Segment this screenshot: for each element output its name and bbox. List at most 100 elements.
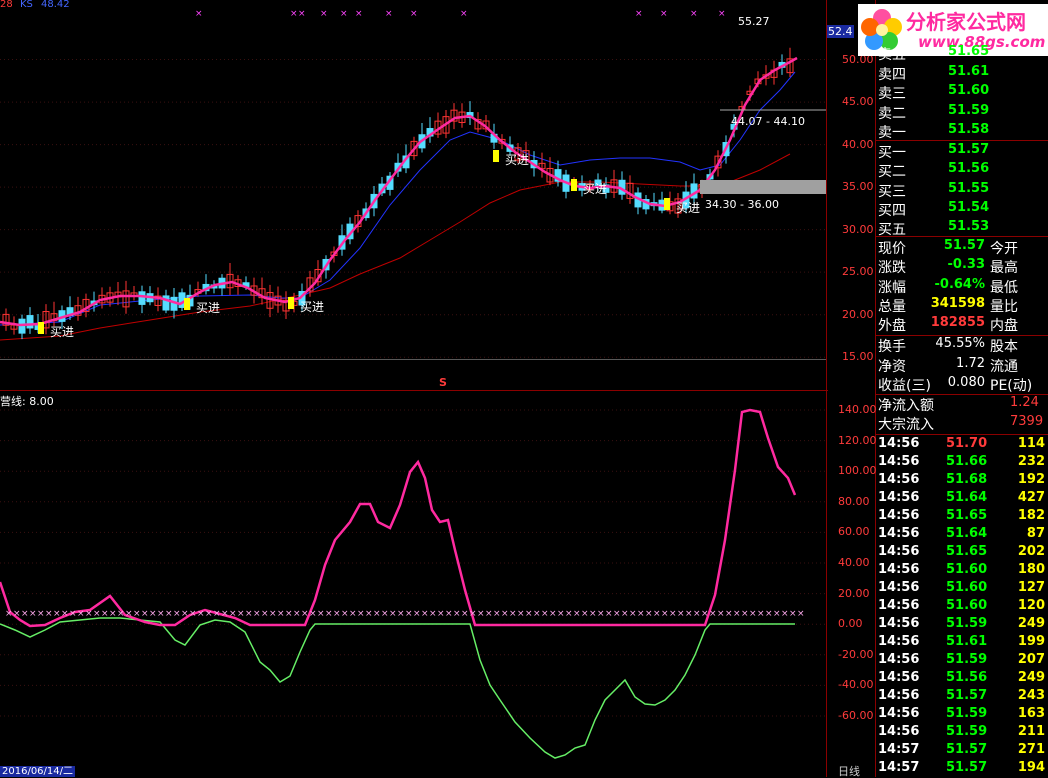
baseline-marker: × [365, 609, 373, 619]
baseline-marker: × [797, 609, 805, 619]
baseline-marker: × [485, 609, 493, 619]
flow-label: 大宗流入 [878, 417, 934, 433]
ask-label: 卖三 [878, 86, 906, 102]
indicator-chart[interactable]: × × × × × × × × × × × × × × × × × × × × × × × × × × × × × × × × × × × × × × × ×… [0, 0, 828, 777]
stock-terminal: × × × × × × × × × × × × × 买进 买进 买进 买进 买进 买进 55.27 44.07 - 44… [0, 0, 1048, 777]
trade-time: 14:56 [878, 562, 920, 577]
trade-volume: 243 [1017, 688, 1045, 703]
baseline-marker: × [525, 609, 533, 619]
baseline-marker: × [357, 609, 365, 619]
baseline-marker: × [749, 609, 757, 619]
baseline-marker: × [69, 609, 77, 619]
trade-time: 14:56 [878, 670, 920, 685]
baseline-marker: × [437, 609, 445, 619]
ask-price: 51.60 [948, 83, 990, 98]
trade-price: 51.60 [946, 562, 988, 577]
baseline-marker: × [197, 609, 205, 619]
indicator-tick-label: 40.00 [838, 556, 870, 569]
baseline-marker: × [381, 609, 389, 619]
baseline-marker: × [493, 609, 501, 619]
price-tick-label: 45.00 [842, 95, 874, 109]
indicator-tick-label: 140.00 [838, 403, 877, 416]
baseline-marker: × [53, 609, 61, 619]
baseline-marker: × [477, 609, 485, 619]
baseline-marker: × [325, 609, 333, 619]
flow-value: 1.24 [1010, 395, 1039, 410]
stat-value: 341598 [930, 295, 985, 311]
baseline-marker: × [21, 609, 29, 619]
trade-time: 14:56 [878, 508, 920, 523]
trade-time: 14:56 [878, 436, 920, 451]
indicator-tick-label: -40.00 [838, 678, 874, 692]
trade-price: 51.59 [946, 652, 988, 667]
trade-price: 51.68 [946, 472, 988, 487]
right-panel-divider [875, 0, 876, 777]
period-label[interactable]: 日线 [838, 766, 860, 777]
trade-price: 51.60 [946, 598, 988, 613]
trade-volume: 207 [1017, 652, 1045, 667]
baseline-marker: × [349, 609, 357, 619]
section-marker: S [439, 376, 447, 389]
stat-value: 45.55% [935, 336, 985, 351]
baseline-marker: × [429, 609, 437, 619]
stat-label-secondary: 股本 [990, 339, 1018, 355]
trade-time: 14:56 [878, 706, 920, 721]
trade-price: 51.61 [946, 634, 988, 649]
baseline-marker: × [453, 609, 461, 619]
trades-separator [875, 434, 1048, 435]
price-tick-label: 40.00 [842, 137, 874, 151]
baseline-marker: × [109, 609, 117, 619]
stat-label-secondary: 流通 [990, 358, 1018, 375]
trade-time: 14:56 [878, 490, 920, 505]
status-left-fragment: 28 [0, 0, 13, 10]
stat-label: 收益(三) [878, 378, 931, 394]
bid-label: 买三 [878, 183, 906, 200]
trade-price: 51.66 [946, 454, 988, 469]
trade-time: 14:56 [878, 634, 920, 649]
indicator-tick-label: 80.00 [838, 494, 870, 508]
baseline-marker: × [733, 609, 741, 619]
baseline-marker: × [445, 609, 453, 619]
baseline-marker: × [605, 609, 613, 619]
ask-price: 51.59 [948, 102, 990, 118]
flow-label: 净流入额 [878, 398, 934, 414]
stat-label-secondary: PE(动) [990, 378, 1033, 394]
trade-price: 51.59 [946, 706, 988, 721]
stat-label: 外盘 [878, 318, 906, 335]
stat-label: 净资 [878, 358, 906, 375]
ask-label: 卖一 [878, 125, 906, 141]
price-tag: 52.4 [827, 25, 854, 38]
flow-value: 7399 [1010, 414, 1044, 429]
stat-value: 0.080 [947, 375, 985, 390]
book-separator [875, 140, 1048, 141]
baseline-marker: × [717, 609, 725, 619]
baseline-marker: × [685, 609, 693, 619]
trade-time: 14:57 [878, 760, 920, 775]
indicator-green-line [0, 617, 795, 759]
baseline-marker: × [509, 609, 517, 619]
trade-volume: 120 [1017, 598, 1045, 613]
baseline-marker: × [221, 609, 229, 619]
baseline-marker: × [125, 609, 133, 619]
trade-volume: 192 [1017, 472, 1045, 487]
trade-volume: 249 [1017, 670, 1045, 685]
ask-price: 51.58 [948, 122, 990, 137]
bid-price: 51.56 [948, 161, 990, 177]
baseline-marker: × [541, 609, 549, 619]
logo-brand: 分析家公式网 [906, 10, 1026, 34]
stat-label-secondary: 内盘 [990, 318, 1018, 335]
trade-price: 51.65 [946, 508, 988, 523]
bid-price: 51.54 [948, 199, 990, 215]
bid-label: 买四 [878, 202, 906, 219]
stat-label-secondary: 最低 [990, 279, 1018, 296]
baseline-marker: × [141, 609, 149, 619]
trade-volume: 180 [1017, 562, 1045, 577]
trade-volume: 271 [1017, 742, 1045, 757]
baseline-marker: × [501, 609, 509, 619]
baseline-marker: × [29, 609, 37, 619]
bottom-date[interactable]: 2016/06/14/二 [0, 766, 76, 777]
baseline-marker: × [101, 609, 109, 619]
trade-volume: 163 [1017, 706, 1045, 721]
bid-label: 买二 [878, 164, 906, 181]
baseline-marker: × [725, 609, 733, 619]
